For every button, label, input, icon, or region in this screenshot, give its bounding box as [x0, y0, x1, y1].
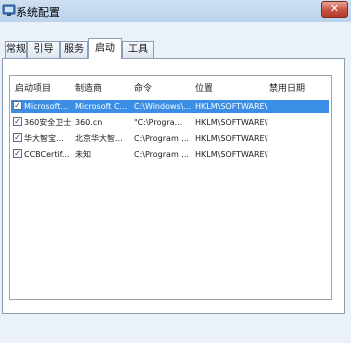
list-row[interactable]: ✓ Microsoft... Microsoft C... C:\Windows… — [11, 100, 329, 113]
column-header-command[interactable]: 命令 — [134, 81, 152, 94]
manufacturer-cell: Microsoft C... — [75, 102, 128, 111]
startup-item-name: 360安全卫士 — [24, 118, 72, 127]
manufacturer-cell: 360.cn — [75, 118, 103, 127]
column-header-manufacturer[interactable]: 制造商 — [75, 81, 102, 94]
tab-boot[interactable]: 引导 — [27, 41, 60, 58]
disabled-date-cell — [269, 148, 327, 161]
startup-checkbox[interactable]: ✓ — [13, 149, 22, 158]
disabled-date-cell — [269, 132, 327, 145]
tab-services[interactable]: 服务 — [60, 41, 88, 58]
command-cell: "C:\Progra... — [134, 118, 183, 127]
tab-startup[interactable]: 启动 — [88, 38, 122, 59]
location-cell: HKLM\SOFTWARE\W... — [195, 134, 268, 143]
list-row[interactable]: ✓ 华大智宝... 北京华大智... C:\Program ... HKLM\S… — [11, 132, 329, 145]
tab-general[interactable]: 常规 — [5, 41, 27, 58]
column-header-startup-item[interactable]: 启动项目 — [15, 81, 51, 94]
column-header-disabled-date[interactable]: 禁用日期 — [269, 81, 305, 94]
manufacturer-cell: 未知 — [75, 150, 91, 159]
location-cell: HKLM\SOFTWARE\W... — [195, 150, 268, 159]
list-row[interactable]: ✓ CCBCertif... 未知 C:\Program ... HKLM\SO… — [11, 148, 329, 161]
title-bar: 系统配置 ✕ — [0, 0, 351, 22]
close-icon: ✕ — [329, 2, 340, 15]
disabled-date-cell — [269, 116, 327, 129]
startup-checkbox[interactable]: ✓ — [13, 133, 22, 142]
tab-tools[interactable]: 工具 — [122, 41, 154, 58]
column-header-location[interactable]: 位置 — [195, 81, 213, 94]
startup-item-name: Microsoft... — [24, 102, 69, 111]
dialog-button-area — [0, 316, 351, 343]
command-cell: C:\Program ... — [134, 134, 189, 143]
system-config-icon — [2, 4, 16, 16]
startup-item-name: CCBCertif... — [24, 150, 70, 159]
close-button[interactable]: ✕ — [321, 1, 348, 18]
list-row[interactable]: ✓ 360安全卫士 360.cn "C:\Progra... HKLM\SOFT… — [11, 116, 329, 129]
startup-item-name: 华大智宝... — [24, 134, 64, 143]
startup-list[interactable]: 启动项目 制造商 命令 位置 禁用日期 ✓ Microsoft... Micro… — [9, 75, 332, 300]
startup-checkbox[interactable]: ✓ — [13, 101, 22, 110]
command-cell: C:\Windows\... — [134, 102, 192, 111]
startup-checkbox[interactable]: ✓ — [13, 117, 22, 126]
manufacturer-cell: 北京华大智... — [75, 134, 123, 143]
location-cell: HKLM\SOFTWARE\W... — [195, 118, 268, 127]
window-title: 系统配置 — [16, 6, 60, 19]
command-cell: C:\Program ... — [134, 150, 189, 159]
location-cell: HKLM\SOFTWARE\M... — [195, 102, 268, 111]
disabled-date-cell — [269, 100, 327, 113]
